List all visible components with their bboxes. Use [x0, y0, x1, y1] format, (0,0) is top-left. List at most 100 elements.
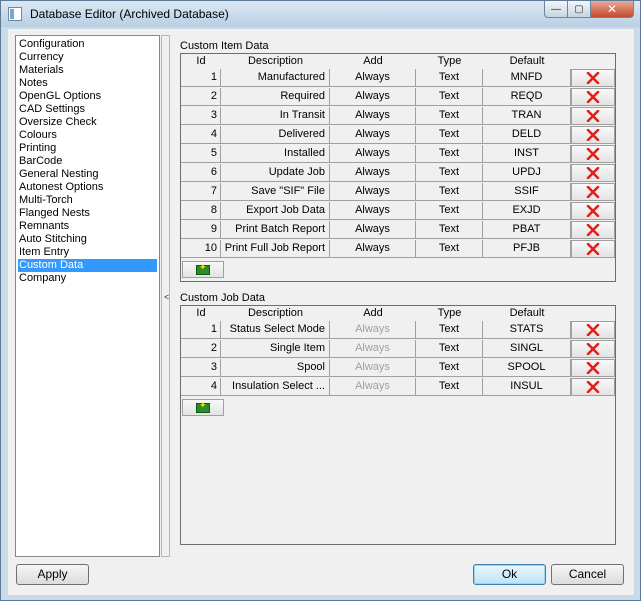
row-description-cell[interactable]: Update Job: [221, 164, 330, 182]
delete-row-button[interactable]: [571, 145, 615, 163]
row-description-cell[interactable]: Installed: [221, 145, 330, 163]
nav-item[interactable]: Custom Data: [18, 259, 157, 272]
nav-item[interactable]: Remnants: [18, 220, 159, 233]
table-row[interactable]: 5 Installed Always Text INST: [181, 145, 615, 164]
row-type-cell[interactable]: Text: [416, 164, 483, 182]
nav-item[interactable]: CAD Settings: [18, 103, 159, 116]
row-default-cell[interactable]: INSUL: [483, 378, 571, 396]
row-description-cell[interactable]: Spool: [221, 359, 330, 377]
nav-item[interactable]: Multi-Torch: [18, 194, 159, 207]
row-description-cell[interactable]: Save "SIF" File: [221, 183, 330, 201]
collapse-arrow-icon[interactable]: <: [164, 292, 169, 302]
row-add-cell[interactable]: Always: [330, 145, 416, 163]
row-type-cell[interactable]: Text: [416, 126, 483, 144]
nav-item[interactable]: Flanged Nests: [18, 207, 159, 220]
table-row[interactable]: 8 Export Job Data Always Text EXJD: [181, 202, 615, 221]
row-add-cell[interactable]: Always: [330, 126, 416, 144]
row-type-cell[interactable]: Text: [416, 378, 483, 396]
apply-button[interactable]: Apply: [16, 564, 89, 585]
table-row[interactable]: 9 Print Batch Report Always Text PBAT: [181, 221, 615, 240]
row-default-cell[interactable]: REQD: [483, 88, 571, 106]
nav-item[interactable]: Printing: [18, 142, 159, 155]
row-type-cell[interactable]: Text: [416, 145, 483, 163]
table-row[interactable]: 10 Print Full Job Report Always Text PFJB: [181, 240, 615, 259]
table-row[interactable]: 3 Spool Always Text SPOOL: [181, 359, 615, 378]
row-type-cell[interactable]: Text: [416, 240, 483, 258]
close-button[interactable]: ✕: [590, 1, 634, 18]
row-add-cell[interactable]: Always: [330, 202, 416, 220]
row-default-cell[interactable]: PBAT: [483, 221, 571, 239]
delete-row-button[interactable]: [571, 107, 615, 125]
delete-row-button[interactable]: [571, 88, 615, 106]
category-list[interactable]: Configuration Currency Materials Notes OpenG…: [15, 35, 160, 557]
table-row[interactable]: 2 Single Item Always Text SINGL: [181, 340, 615, 359]
row-add-cell[interactable]: Always: [330, 69, 416, 87]
row-description-cell[interactable]: Single Item: [221, 340, 330, 358]
row-type-cell[interactable]: Text: [416, 321, 483, 339]
row-description-cell[interactable]: In Transit: [221, 107, 330, 125]
nav-item[interactable]: Oversize Check: [18, 116, 159, 129]
table-row[interactable]: 1 Manufactured Always Text MNFD: [181, 69, 615, 88]
delete-row-button[interactable]: [571, 69, 615, 87]
table-row[interactable]: 3 In Transit Always Text TRAN: [181, 107, 615, 126]
row-default-cell[interactable]: PFJB: [483, 240, 571, 258]
delete-row-button[interactable]: [571, 378, 615, 396]
table-row[interactable]: 4 Delivered Always Text DELD: [181, 126, 615, 145]
delete-row-button[interactable]: [571, 126, 615, 144]
table-row[interactable]: 4 Insulation Select ... Always Text INSUL: [181, 378, 615, 397]
row-description-cell[interactable]: Print Full Job Report: [221, 240, 330, 258]
delete-row-button[interactable]: [571, 221, 615, 239]
row-add-cell[interactable]: Always: [330, 221, 416, 239]
row-default-cell[interactable]: MNFD: [483, 69, 571, 87]
row-description-cell[interactable]: Required: [221, 88, 330, 106]
nav-item[interactable]: Configuration: [18, 38, 159, 51]
cancel-button[interactable]: Cancel: [551, 564, 624, 585]
row-type-cell[interactable]: Text: [416, 202, 483, 220]
row-type-cell[interactable]: Text: [416, 69, 483, 87]
row-default-cell[interactable]: SSIF: [483, 183, 571, 201]
nav-item[interactable]: Notes: [18, 77, 159, 90]
maximize-button[interactable]: ▢: [567, 1, 591, 18]
row-add-cell[interactable]: Always: [330, 240, 416, 258]
row-add-cell[interactable]: Always: [330, 183, 416, 201]
nav-item[interactable]: Company: [18, 272, 159, 285]
title-bar[interactable]: Database Editor (Archived Database) — ▢ …: [1, 1, 640, 27]
row-type-cell[interactable]: Text: [416, 359, 483, 377]
nav-item[interactable]: Item Entry: [18, 246, 159, 259]
nav-item[interactable]: Materials: [18, 64, 159, 77]
row-default-cell[interactable]: INST: [483, 145, 571, 163]
row-type-cell[interactable]: Text: [416, 183, 483, 201]
nav-item[interactable]: Colours: [18, 129, 159, 142]
ok-button[interactable]: Ok: [473, 564, 546, 585]
add-item-row-button[interactable]: [182, 261, 224, 278]
row-description-cell[interactable]: Manufactured: [221, 69, 330, 87]
row-default-cell[interactable]: SINGL: [483, 340, 571, 358]
delete-row-button[interactable]: [571, 321, 615, 339]
row-type-cell[interactable]: Text: [416, 340, 483, 358]
table-row[interactable]: 7 Save "SIF" File Always Text SSIF: [181, 183, 615, 202]
row-type-cell[interactable]: Text: [416, 88, 483, 106]
nav-item[interactable]: OpenGL Options: [18, 90, 159, 103]
delete-row-button[interactable]: [571, 202, 615, 220]
nav-item[interactable]: General Nesting: [18, 168, 159, 181]
row-add-cell[interactable]: Always: [330, 107, 416, 125]
row-default-cell[interactable]: SPOOL: [483, 359, 571, 377]
minimize-button[interactable]: —: [544, 1, 568, 18]
table-row[interactable]: 1 Status Select Mode Always Text STATS: [181, 321, 615, 340]
row-default-cell[interactable]: UPDJ: [483, 164, 571, 182]
delete-row-button[interactable]: [571, 164, 615, 182]
row-default-cell[interactable]: TRAN: [483, 107, 571, 125]
delete-row-button[interactable]: [571, 340, 615, 358]
row-description-cell[interactable]: Delivered: [221, 126, 330, 144]
delete-row-button[interactable]: [571, 183, 615, 201]
nav-item[interactable]: Auto Stitching: [18, 233, 159, 246]
table-row[interactable]: 2 Required Always Text REQD: [181, 88, 615, 107]
nav-item[interactable]: Currency: [18, 51, 159, 64]
row-description-cell[interactable]: Status Select Mode: [221, 321, 330, 339]
delete-row-button[interactable]: [571, 240, 615, 258]
row-default-cell[interactable]: STATS: [483, 321, 571, 339]
add-job-row-button[interactable]: [182, 399, 224, 416]
row-add-cell[interactable]: Always: [330, 88, 416, 106]
nav-item[interactable]: BarCode: [18, 155, 159, 168]
row-type-cell[interactable]: Text: [416, 221, 483, 239]
